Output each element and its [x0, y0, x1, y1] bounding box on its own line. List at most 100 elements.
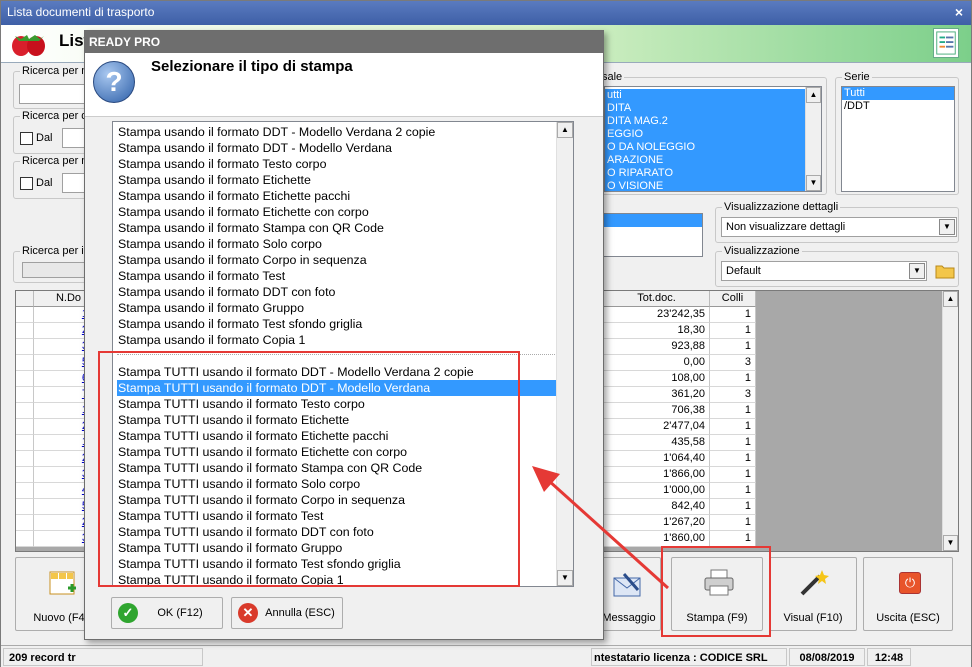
checkmark-icon: ✓ — [118, 603, 138, 623]
causale-item[interactable]: DITA — [605, 102, 805, 115]
causale-item[interactable]: DITA MAG.2 — [605, 115, 805, 128]
annotation-highlight-box — [98, 351, 520, 587]
causale-item[interactable]: O VISIONE — [605, 180, 805, 191]
print-option[interactable]: Stampa usando il formato DDT con foto — [117, 284, 557, 300]
causale-listbox[interactable]: utti DITA DITA MAG.2 EGGIO O DA NOLEGGIO ARAZ… — [604, 86, 822, 192]
causale-rows: utti DITA DITA MAG.2 EGGIO O DA NOLEGGIO ARAZ… — [605, 89, 805, 191]
causale-item[interactable]: O RIPARATO — [605, 167, 805, 180]
causale-item[interactable]: ARAZIONE — [605, 154, 805, 167]
search-label: Ricerca per n — [20, 65, 90, 77]
row-indicator[interactable] — [16, 339, 34, 355]
row-indicator[interactable] — [16, 499, 34, 515]
cancel-button[interactable]: ✕ Annulla (ESC) — [231, 597, 343, 629]
grid-cell-colli: 1 — [710, 403, 756, 419]
print-option[interactable]: Stampa usando il formato Etichette pacch… — [117, 188, 557, 204]
serie-item[interactable]: /DDT — [842, 100, 954, 113]
causale-scrollbar[interactable]: ▲ ▼ — [805, 87, 821, 191]
print-option[interactable]: Stampa usando il formato Test — [117, 268, 557, 284]
grid-cell-totdoc: 361,20 — [604, 387, 710, 403]
causale-item[interactable]: EGGIO — [605, 128, 805, 141]
print-option[interactable]: Stampa usando il formato Etichette con c… — [117, 204, 557, 220]
dal-checkbox[interactable] — [20, 177, 33, 190]
status-time: 12:48 — [867, 648, 911, 666]
row-indicator[interactable] — [16, 355, 34, 371]
nuovo-button[interactable]: Nuovo (F4 — [15, 557, 89, 631]
grid-cell-colli: 1 — [710, 499, 756, 515]
dettagli-label: Visualizzazione dettagli — [722, 201, 841, 213]
grid-header-indicator — [16, 291, 34, 307]
chevron-down-icon[interactable]: ▼ — [939, 219, 955, 235]
uscita-label: Uscita (ESC) — [876, 612, 940, 624]
grid-header-colli[interactable]: Colli — [710, 291, 756, 307]
scroll-up-icon[interactable]: ▲ — [557, 122, 573, 138]
serie-item-selected[interactable]: Tutti — [842, 87, 954, 100]
grid-cell-totdoc: 706,38 — [604, 403, 710, 419]
new-grid-icon — [49, 571, 76, 595]
print-option[interactable]: Stampa usando il formato Corpo in sequen… — [117, 252, 557, 268]
row-indicator[interactable] — [16, 323, 34, 339]
causale-item[interactable]: O DA NOLEGGIO — [605, 141, 805, 154]
print-option[interactable]: Stampa usando il formato Testo corpo — [117, 156, 557, 172]
print-option[interactable]: Stampa usando il formato Solo corpo — [117, 236, 557, 252]
row-indicator[interactable] — [16, 451, 34, 467]
row-indicator[interactable] — [16, 531, 34, 547]
secondary-item-selected[interactable] — [602, 214, 702, 227]
annotation-arrow — [532, 466, 670, 590]
print-option[interactable]: Stampa usando il formato Test sfondo gri… — [117, 316, 557, 332]
ok-label: OK (F12) — [157, 607, 203, 619]
secondary-listbox[interactable] — [601, 213, 703, 257]
grid-cell-colli: 1 — [710, 307, 756, 323]
visual-button[interactable]: Visual (F10) — [769, 557, 857, 631]
row-indicator[interactable] — [16, 387, 34, 403]
grid-cell-colli: 1 — [710, 419, 756, 435]
cancel-x-icon: ✕ — [238, 603, 258, 623]
grid-cell-colli: 1 — [710, 435, 756, 451]
grid-scrollbar[interactable]: ▲ ▼ — [942, 291, 958, 551]
print-option[interactable]: Stampa usando il formato DDT - Modello V… — [117, 124, 557, 140]
folder-icon[interactable] — [934, 261, 956, 281]
grid-cell-colli: 1 — [710, 515, 756, 531]
power-exit-icon: ⏻ — [899, 572, 921, 594]
search-label: Ricerca per n — [20, 155, 90, 167]
scroll-down-icon[interactable]: ▼ — [806, 175, 821, 191]
row-indicator[interactable] — [16, 419, 34, 435]
record-count: 209 record tr — [3, 648, 203, 666]
dal-label: Dal — [36, 132, 53, 144]
causale-group: sale utti DITA DITA MAG.2 EGGIO O DA NOLEGGI… — [597, 71, 827, 195]
grid-cell-totdoc: 108,00 — [604, 371, 710, 387]
dal-checkbox[interactable] — [20, 132, 33, 145]
strawberry-logo-icon — [12, 35, 45, 56]
visual-label: Visual (F10) — [783, 612, 843, 624]
visualizzazione-select[interactable]: Default ▼ — [721, 261, 927, 281]
print-option[interactable]: Stampa usando il formato Stampa con QR C… — [117, 220, 557, 236]
print-option[interactable]: Stampa usando il formato Etichette — [117, 172, 557, 188]
print-option[interactable]: Stampa usando il formato Gruppo — [117, 300, 557, 316]
grid-cell-colli: 3 — [710, 387, 756, 403]
scroll-up-icon[interactable]: ▲ — [943, 291, 958, 307]
close-icon[interactable]: × — [955, 4, 963, 20]
print-option[interactable]: Stampa usando il formato Copia 1 — [117, 332, 557, 348]
dettagli-select[interactable]: Non visualizzare dettagli ▼ — [721, 217, 957, 237]
chevron-down-icon[interactable]: ▼ — [909, 263, 925, 279]
row-indicator[interactable] — [16, 467, 34, 483]
uscita-button[interactable]: ⏻ Uscita (ESC) — [863, 557, 953, 631]
dettagli-group: Visualizzazione dettagli Non visualizzar… — [715, 201, 959, 243]
ok-button[interactable]: ✓ OK (F12) — [111, 597, 223, 629]
dettagli-value: Non visualizzare dettagli — [726, 221, 846, 233]
search-label: Ricerca per d — [20, 110, 90, 122]
dal-label: Dal — [36, 177, 53, 189]
row-indicator[interactable] — [16, 403, 34, 419]
print-option[interactable]: Stampa usando il formato DDT - Modello V… — [117, 140, 557, 156]
row-indicator[interactable] — [16, 515, 34, 531]
row-indicator[interactable] — [16, 371, 34, 387]
causale-item[interactable]: utti — [605, 89, 805, 102]
grid-cell-totdoc: 18,30 — [604, 323, 710, 339]
scroll-up-icon[interactable]: ▲ — [806, 87, 821, 103]
row-indicator[interactable] — [16, 483, 34, 499]
grid-header-totdoc[interactable]: Tot.doc. — [604, 291, 710, 307]
license-holder: ntestatario licenza : CODICE SRL — [591, 648, 787, 666]
serie-listbox[interactable]: Tutti /DDT — [841, 86, 955, 192]
row-indicator[interactable] — [16, 435, 34, 451]
row-indicator[interactable] — [16, 307, 34, 323]
scroll-down-icon[interactable]: ▼ — [943, 535, 958, 551]
